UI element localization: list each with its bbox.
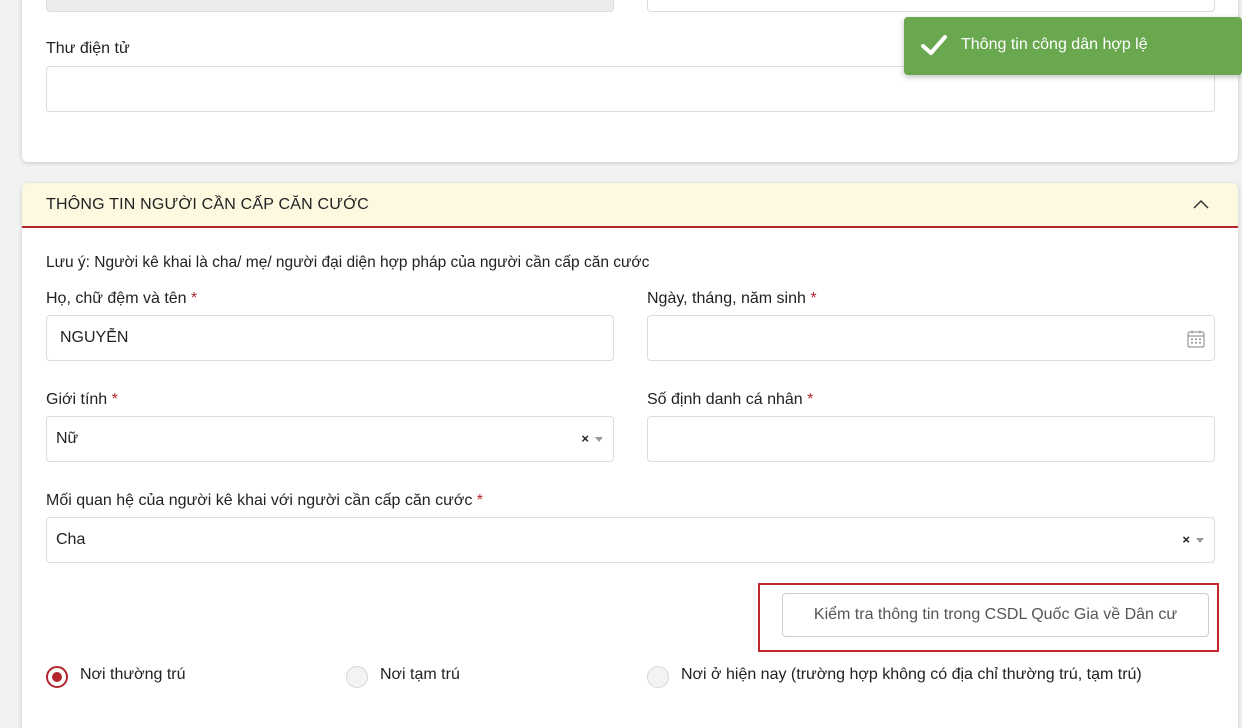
- radio-temporary-residence[interactable]: [346, 666, 368, 688]
- section-title: THÔNG TIN NGƯỜI CẦN CẤP CĂN CƯỚC: [46, 196, 369, 213]
- relationship-value: Cha: [56, 531, 86, 548]
- relationship-select-controls: ×: [1182, 518, 1204, 562]
- full-name-label: Họ, chữ đệm và tên *: [46, 290, 197, 308]
- radio-current-residence[interactable]: [647, 666, 669, 688]
- applicant-section: THÔNG TIN NGƯỜI CẦN CẤP CĂN CƯỚC Lưu ý: …: [22, 183, 1238, 728]
- radio-label-permanent[interactable]: Nơi thường trú: [80, 666, 186, 684]
- gender-select-controls: ×: [581, 417, 603, 461]
- clear-icon[interactable]: ×: [1182, 518, 1190, 562]
- personal-id-input[interactable]: [647, 416, 1215, 462]
- full-name-input[interactable]: NGUYỄN: [46, 315, 614, 361]
- personal-id-label-text: Số định danh cá nhân: [647, 391, 803, 408]
- required-mark: *: [476, 492, 483, 509]
- section-header[interactable]: THÔNG TIN NGƯỜI CẦN CẤP CĂN CƯỚC: [22, 183, 1238, 228]
- radio-permanent-residence[interactable]: [46, 666, 68, 688]
- required-mark: *: [111, 391, 118, 408]
- toast-message: Thông tin công dân hợp lệ: [961, 36, 1148, 53]
- chevron-down-icon[interactable]: [595, 436, 603, 442]
- previous-field-right[interactable]: [647, 0, 1215, 12]
- radio-label-current[interactable]: Nơi ở hiện nay (trường hợp không có địa …: [681, 666, 1142, 684]
- clear-icon[interactable]: ×: [581, 417, 589, 461]
- relationship-select[interactable]: Cha ×: [46, 517, 1215, 563]
- required-mark: *: [807, 391, 814, 408]
- success-toast: Thông tin công dân hợp lệ: [904, 17, 1242, 75]
- dob-label: Ngày, tháng, năm sinh *: [647, 290, 817, 308]
- gender-label-text: Giới tính: [46, 391, 108, 408]
- gender-label: Giới tính *: [46, 391, 118, 409]
- gender-value: Nữ: [56, 430, 79, 447]
- personal-id-label: Số định danh cá nhân *: [647, 391, 813, 409]
- relationship-label: Mối quan hệ của người kê khai với người …: [46, 492, 483, 510]
- required-mark: *: [810, 290, 817, 307]
- dob-label-text: Ngày, tháng, năm sinh: [647, 290, 806, 307]
- email-label: Thư điện tử: [46, 40, 130, 57]
- check-database-button[interactable]: Kiểm tra thông tin trong CSDL Quốc Gia v…: [782, 593, 1209, 637]
- gender-select[interactable]: Nữ ×: [46, 416, 614, 462]
- required-mark: *: [191, 290, 198, 307]
- previous-field-left[interactable]: [46, 0, 614, 12]
- full-name-label-text: Họ, chữ đệm và tên: [46, 290, 187, 307]
- note-text: Lưu ý: Người kê khai là cha/ mẹ/ người đ…: [46, 254, 650, 271]
- chevron-up-icon[interactable]: [1192, 197, 1210, 211]
- radio-label-temporary[interactable]: Nơi tạm trú: [380, 666, 460, 684]
- chevron-down-icon[interactable]: [1196, 537, 1204, 543]
- relationship-label-text: Mối quan hệ của người kê khai với người …: [46, 492, 473, 509]
- calendar-icon[interactable]: [1186, 329, 1206, 349]
- page: Thư điện tử THÔNG TIN NGƯỜI CẦN CẤP CĂN …: [0, 0, 1242, 728]
- check-icon: [921, 35, 947, 55]
- dob-input[interactable]: [647, 315, 1215, 361]
